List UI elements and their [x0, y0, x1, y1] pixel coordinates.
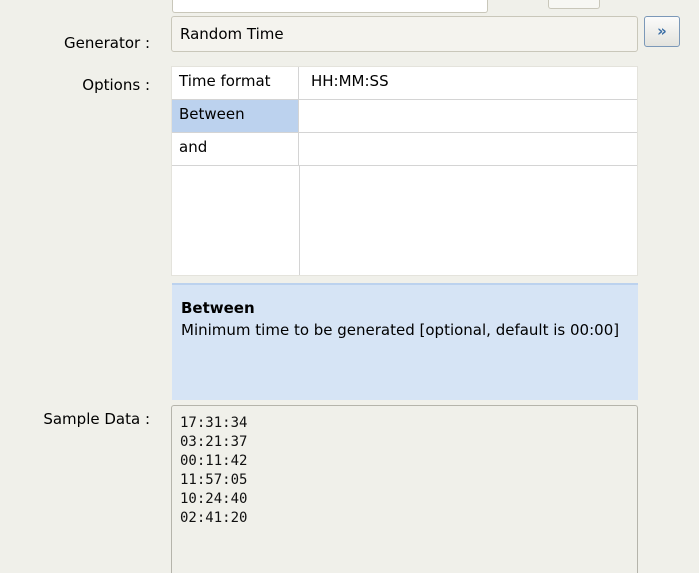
sample-line: 10:24:40	[180, 491, 248, 507]
options-row-between[interactable]: Between	[172, 100, 637, 133]
option-key[interactable]: Time format	[172, 67, 299, 99]
sample-line: 11:57:05	[180, 472, 248, 488]
help-title: Between	[181, 299, 255, 317]
options-row-time-format[interactable]: Time format HH:MM:SS	[172, 67, 637, 100]
sample-data-label: Sample Data :	[43, 410, 150, 428]
option-key[interactable]: and	[172, 133, 299, 165]
sample-line: 03:21:37	[180, 434, 248, 450]
double-chevron-down-icon: »	[657, 22, 667, 40]
generator-field[interactable]: Random Time	[171, 16, 638, 52]
options-row-and[interactable]: and	[172, 133, 637, 166]
option-key[interactable]: Between	[172, 100, 299, 132]
option-value[interactable]: HH:MM:SS	[300, 67, 637, 99]
help-description: Minimum time to be generated [optional, …	[181, 321, 620, 339]
generator-value: Random Time	[180, 25, 284, 43]
generator-expand-button[interactable]: »	[644, 16, 680, 47]
options-grid: Time format HH:MM:SS Between and	[171, 66, 638, 276]
sample-line: 02:41:20	[180, 510, 248, 526]
previous-button-edge	[548, 0, 600, 9]
options-label: Options :	[82, 76, 150, 94]
sample-line: 00:11:42	[180, 453, 248, 469]
generator-label: Generator :	[64, 34, 150, 52]
option-value[interactable]	[300, 133, 637, 165]
column-divider	[299, 166, 300, 275]
sample-data-box[interactable]: 17:31:34 03:21:37 00:11:42 11:57:05 10:2…	[171, 405, 638, 573]
option-value[interactable]	[300, 100, 637, 132]
sample-line: 17:31:34	[180, 415, 248, 431]
previous-field-edge	[172, 0, 488, 13]
option-help-panel: Between Minimum time to be generated [op…	[172, 283, 638, 400]
